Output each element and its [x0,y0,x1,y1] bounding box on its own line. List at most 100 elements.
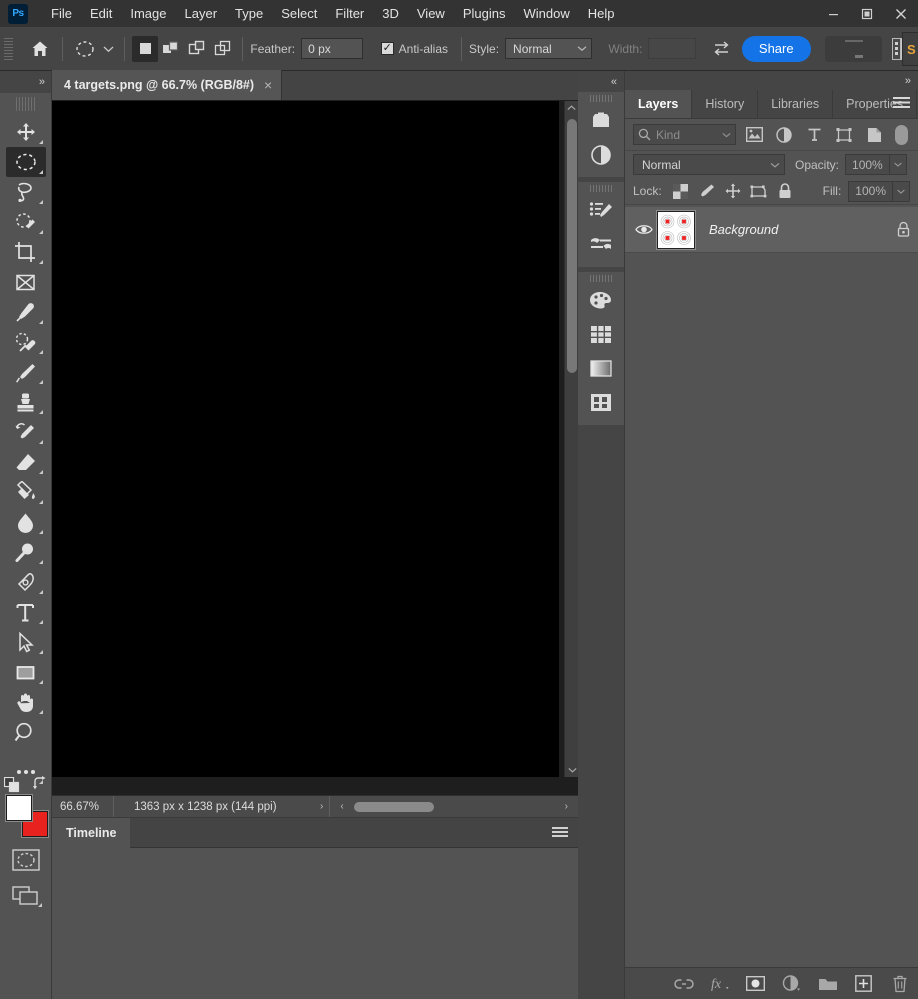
lock-image-pixels-icon[interactable] [696,180,718,202]
fill-input[interactable]: 100% [848,180,893,202]
pen-tool[interactable] [6,567,46,597]
screen-mode-icon[interactable] [9,883,43,909]
menu-select[interactable]: Select [272,2,326,25]
chevron-right-icon[interactable]: › [559,801,574,812]
menu-edit[interactable]: Edit [81,2,121,25]
menu-file[interactable]: File [42,2,81,25]
hand-tool[interactable] [6,687,46,717]
new-selection-button[interactable] [132,35,159,62]
close-button[interactable] [884,0,918,27]
chevron-down-icon[interactable] [565,763,579,777]
menu-layer[interactable]: Layer [176,2,227,25]
menu-filter[interactable]: Filter [326,2,373,25]
menu-image[interactable]: Image [121,2,175,25]
lasso-tool[interactable] [6,177,46,207]
select-and-mask-button[interactable]: S [902,32,918,66]
opacity-input[interactable]: 100% [845,154,890,175]
tab-layers[interactable]: Layers [625,90,693,118]
new-group-button[interactable] [817,973,839,995]
menu-help[interactable]: Help [579,2,624,25]
anti-alias-control[interactable]: ✓ Anti-alias [380,42,454,56]
options-bar-grip[interactable] [4,37,13,60]
eraser-tool[interactable] [6,447,46,477]
vertical-scroll-thumb[interactable] [567,119,577,373]
horizontal-type-tool[interactable] [6,597,46,627]
tab-history[interactable]: History [692,90,759,118]
menu-type[interactable]: Type [226,2,272,25]
opacity-stepper[interactable] [889,154,907,175]
link-layers-button[interactable] [673,973,695,995]
chevron-down-icon[interactable] [99,34,117,64]
canvas-image[interactable] [52,101,559,777]
tool-preset-picker[interactable] [70,34,100,64]
quick-mask-icon[interactable] [9,847,43,873]
document-tab[interactable]: 4 targets.png @ 66.7% (RGB/8#) × [52,70,283,100]
dodge-tool[interactable] [6,537,46,567]
filter-type-layers-icon[interactable] [802,124,826,146]
home-icon[interactable] [25,34,55,64]
new-fill-adjustment-button[interactable] [781,973,803,995]
zoom-tool[interactable] [6,717,46,747]
filter-adjustment-layers-icon[interactable] [772,124,796,146]
spot-healing-brush-tool[interactable] [6,327,46,357]
new-layer-button[interactable] [853,973,875,995]
blend-mode-select[interactable]: Normal [633,154,785,175]
brush-tool[interactable] [6,357,46,387]
canvas-viewport[interactable]: 66.67% 1363 px x 1238 px (144 ppi) › ‹ › [52,101,579,818]
dock-group-grip[interactable] [578,92,624,104]
menu-plugins[interactable]: Plugins [454,2,515,25]
dock-group-grip[interactable] [578,272,624,284]
delete-layer-button[interactable] [889,973,911,995]
frame-tool[interactable] [6,267,46,297]
canvas-horizontal-scrollbar[interactable]: ‹ › [329,795,578,818]
chevron-left-icon[interactable]: ‹ [334,801,349,812]
chevron-up-icon[interactable] [565,101,578,115]
add-layer-mask-button[interactable] [745,973,767,995]
share-button[interactable]: Share [741,35,811,62]
swatches-panel-icon[interactable] [584,284,618,318]
layer-thumbnail[interactable] [657,210,695,249]
dock-group-grip[interactable] [578,182,624,194]
clone-stamp-tool[interactable] [6,387,46,417]
toolbar-grip[interactable] [15,97,36,111]
feather-input[interactable]: 0 px [301,38,363,59]
filter-toggle-switch[interactable] [895,124,908,145]
panel-menu-icon[interactable] [893,97,910,110]
anti-alias-checkbox[interactable]: ✓ [380,42,394,55]
filter-pixel-layers-icon[interactable] [742,124,766,146]
lock-all-icon[interactable] [774,180,796,202]
filter-smart-objects-icon[interactable] [862,124,886,146]
brushes-panel-icon[interactable] [584,228,618,262]
color-panel-icon[interactable] [584,104,618,138]
blur-tool[interactable] [6,507,46,537]
adjustments-panel-icon[interactable] [584,138,618,172]
restore-button[interactable] [850,0,884,27]
menu-3d[interactable]: 3D [373,2,408,25]
swap-colors-icon[interactable] [32,776,48,791]
tab-timeline[interactable]: Timeline [52,817,131,848]
close-icon[interactable]: × [264,78,272,92]
crop-tool[interactable] [6,237,46,267]
lock-position-icon[interactable] [722,180,744,202]
layer-filter-kind-select[interactable]: Kind [633,124,736,145]
collapse-panels-icon[interactable]: « [578,71,624,92]
lock-artboard-nesting-icon[interactable] [748,180,770,202]
brush-settings-panel-icon[interactable] [584,194,618,228]
lock-transparent-pixels-icon[interactable] [670,180,692,202]
style-select[interactable]: Normal [505,38,593,59]
gradients-panel-icon[interactable] [584,352,618,386]
menu-window[interactable]: Window [514,2,578,25]
quick-selection-tool[interactable] [6,207,46,237]
styles-panel-icon[interactable] [584,386,618,420]
status-expand-icon[interactable]: › [314,801,329,812]
expand-toolbar-icon[interactable]: » [0,71,51,93]
filter-shape-layers-icon[interactable] [832,124,856,146]
horizontal-scroll-thumb[interactable] [354,801,435,812]
swap-dimensions-icon[interactable] [706,34,736,64]
layer-row-background[interactable]: Background [625,207,918,253]
fill-stepper[interactable] [893,180,910,202]
timeline-body[interactable] [52,848,578,999]
default-colors-icon[interactable] [3,777,20,793]
intersect-with-selection-button[interactable] [210,36,236,62]
collapse-panel-icon[interactable]: » [625,71,918,90]
